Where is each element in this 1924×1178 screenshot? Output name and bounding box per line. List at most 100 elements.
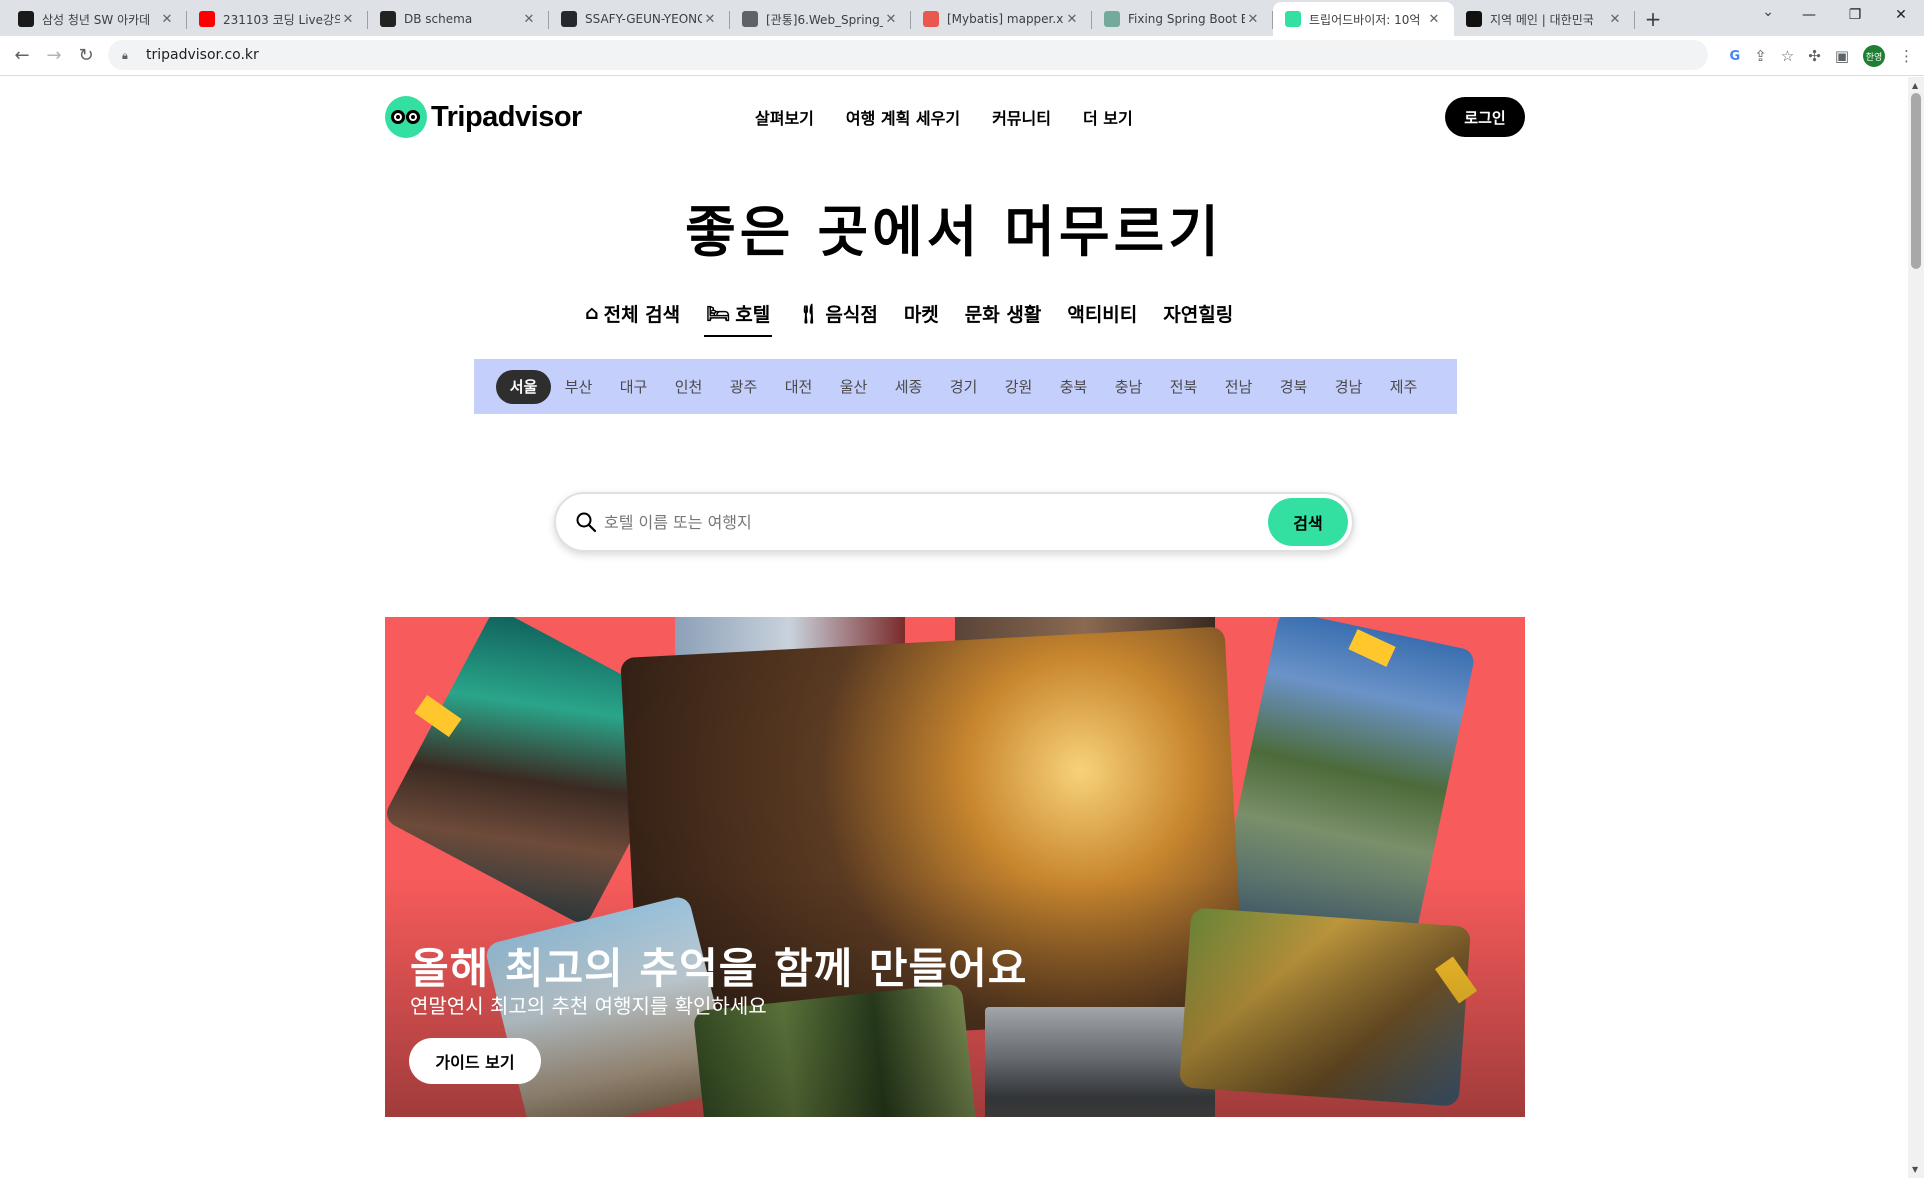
banner-title: 올해 최고의 추억을 함께 만들어요 — [410, 944, 1028, 993]
window-controls: — ❐ ✕ — [1786, 0, 1924, 30]
promo-banner[interactable]: 올해 최고의 추억을 함께 만들어요 연말연시 최고의 추천 여행지를 확인하세… — [385, 617, 1525, 1117]
new-tab-button[interactable]: + — [1635, 2, 1671, 36]
top-nav-item[interactable]: 여행 계획 세우기 — [846, 105, 960, 129]
region-chip[interactable]: 경북 — [1266, 370, 1321, 404]
browser-tab[interactable]: 삼성 청년 SW 아카데 ✕ — [6, 2, 187, 36]
region-chip[interactable]: 부산 — [551, 370, 606, 404]
top-nav-item[interactable]: 더 보기 — [1083, 105, 1133, 129]
region-chip[interactable]: 광주 — [716, 370, 771, 404]
logo-text: Tripadvisor — [431, 100, 582, 133]
top-nav-item[interactable]: 커뮤니티 — [992, 105, 1051, 129]
page-scrollbar[interactable]: ▲ ▼ — [1908, 77, 1924, 1178]
banner-subtitle: 연말연시 최고의 추천 여행지를 확인하세요 — [410, 994, 767, 1018]
share-icon[interactable]: ⇪ — [1754, 47, 1767, 65]
browser-tab-title: [관통]6.Web_Spring_ — [766, 12, 883, 27]
region-chip[interactable]: 대구 — [606, 370, 661, 404]
region-chip[interactable]: 전남 — [1211, 370, 1266, 404]
region-chip[interactable]: 대전 — [771, 370, 826, 404]
browser-tab[interactable]: 트립어드바이저: 10억 ✕ — [1273, 2, 1454, 36]
notion-favicon-icon — [380, 11, 396, 27]
region-chip[interactable]: 서울 — [496, 369, 551, 404]
category-tabs: ⌂ 전체 검색 🛏︎ 호텔 🍴︎ 음식점 마켓 문화 생활 액티비티 자연힐링 — [583, 295, 1235, 339]
tab-close-icon[interactable]: ✕ — [521, 12, 537, 27]
browser-tab[interactable]: [관통]6.Web_Spring_ ✕ — [730, 2, 911, 36]
category-tab[interactable]: 자연힐링 — [1161, 295, 1235, 331]
tab-close-icon[interactable]: ✕ — [1245, 12, 1261, 27]
scroll-down-icon[interactable]: ▼ — [1912, 1165, 1918, 1174]
search-button[interactable]: 검색 — [1268, 498, 1348, 546]
tab-close-icon[interactable]: ✕ — [1064, 12, 1080, 27]
browser-tab[interactable]: Fixing Spring Boot E ✕ — [1092, 2, 1273, 36]
tab-close-icon[interactable]: ✕ — [883, 12, 899, 27]
tab-close-icon[interactable]: ✕ — [1607, 12, 1623, 27]
browser-tab[interactable]: 지역 메인 | 대한민국 ✕ — [1454, 2, 1635, 36]
site-header: Tripadvisor 살펴보기 여행 계획 세우기 커뮤니티 더 보기 로그인 — [385, 95, 1525, 139]
category-tab-label: 호텔 — [735, 303, 771, 326]
bed-icon: 🛏︎ — [706, 302, 731, 325]
search-icon — [576, 512, 597, 533]
category-tab-label: 액티비티 — [1067, 303, 1138, 326]
browser-tab-title: 트립어드바이저: 10억 — [1309, 12, 1421, 27]
category-tab-label: 자연힐링 — [1163, 303, 1234, 326]
region-filter-bar: 서울 부산 대구 인천 광주 대전 울산 세종 경기 강원 충북 충남 전북 전남 경북 경남 제주 — [474, 359, 1457, 414]
category-tab[interactable]: 🍴︎ 음식점 — [794, 295, 880, 331]
category-tab[interactable]: ⌂ 전체 검색 — [583, 295, 682, 331]
restore-icon[interactable]: ❐ — [1832, 0, 1878, 30]
reload-icon[interactable]: ↻ — [70, 40, 102, 72]
ssafy-favicon-icon — [18, 11, 34, 27]
top-nav-item[interactable]: 살펴보기 — [755, 105, 814, 129]
tab-close-icon[interactable]: ✕ — [159, 12, 175, 27]
region-chip[interactable]: 충남 — [1101, 370, 1156, 404]
forward-icon[interactable]: → — [38, 40, 70, 72]
owl-logo-icon — [385, 96, 427, 138]
tripadvisor-logo[interactable]: Tripadvisor — [385, 95, 582, 139]
browser-tab[interactable]: DB schema ✕ — [368, 2, 549, 36]
search-input[interactable] — [604, 506, 1264, 538]
region-chip[interactable]: 전북 — [1156, 370, 1211, 404]
region-chip[interactable]: 제주 — [1376, 370, 1431, 404]
side-panel-icon[interactable]: ▣ — [1835, 47, 1849, 65]
tab-close-icon[interactable]: ✕ — [1426, 12, 1442, 27]
browser-tab[interactable]: SSAFY-GEUN-YEONG ✕ — [549, 2, 730, 36]
top-navigation: 살펴보기 여행 계획 세우기 커뮤니티 더 보기 — [755, 95, 1133, 139]
hero-title: 좋은 곳에서 머무르기 — [685, 200, 1223, 264]
region-chip[interactable]: 경기 — [936, 370, 991, 404]
category-tab[interactable]: 액티비티 — [1065, 295, 1139, 331]
close-window-icon[interactable]: ✕ — [1878, 0, 1924, 30]
url-text: tripadvisor.co.kr — [146, 47, 259, 63]
browser-tab-strip: 삼성 청년 SW 아카데 ✕ 231103 코딩 Live강의 ✕ DB schema ✕… — [0, 0, 1924, 36]
category-tab[interactable]: 문화 생활 — [963, 295, 1044, 331]
profile-avatar[interactable]: 한영 — [1863, 45, 1885, 67]
url-field[interactable]: 🔒︎ tripadvisor.co.kr — [108, 40, 1708, 70]
browser-tab[interactable]: 231103 코딩 Live강의 ✕ — [187, 2, 368, 36]
tab-close-icon[interactable]: ✕ — [340, 12, 356, 27]
browser-tab-title: 삼성 청년 SW 아카데 — [42, 12, 151, 27]
region-chip[interactable]: 인천 — [661, 370, 716, 404]
category-tab-label: 음식점 — [825, 303, 878, 326]
region-chip[interactable]: 강원 — [991, 370, 1046, 404]
browser-tab-title: SSAFY-GEUN-YEONG — [585, 12, 702, 26]
region-chip[interactable]: 충북 — [1046, 370, 1101, 404]
tripadvisor-dark-favicon-icon — [1466, 11, 1482, 27]
browser-tab[interactable]: [Mybatis] mapper.xm ✕ — [911, 2, 1092, 36]
extensions-icon[interactable]: ✣ — [1808, 47, 1821, 65]
scroll-up-icon[interactable]: ▲ — [1912, 81, 1918, 90]
login-button[interactable]: 로그인 — [1445, 97, 1525, 137]
tab-close-icon[interactable]: ✕ — [702, 12, 718, 27]
region-chip[interactable]: 세종 — [881, 370, 936, 404]
category-tab-label: 전체 검색 — [603, 303, 681, 326]
category-tab[interactable]: 🛏︎ 호텔 — [704, 295, 773, 337]
google-icon[interactable]: G — [1730, 49, 1741, 64]
category-tab[interactable]: 마켓 — [902, 295, 941, 331]
scrollbar-thumb[interactable] — [1911, 93, 1921, 269]
tab-search-dropdown-icon[interactable]: ⌄ — [1762, 4, 1774, 20]
minimize-icon[interactable]: — — [1786, 0, 1832, 30]
region-chip[interactable]: 울산 — [826, 370, 881, 404]
back-icon[interactable]: ← — [6, 40, 38, 72]
lock-icon[interactable]: 🔒︎ — [122, 49, 134, 62]
bookmark-star-icon[interactable]: ☆ — [1781, 47, 1794, 65]
region-chip[interactable]: 경남 — [1321, 370, 1376, 404]
browser-menu-icon[interactable]: ⋮ — [1899, 47, 1914, 65]
view-guide-button[interactable]: 가이드 보기 — [409, 1038, 541, 1084]
browser-toolbar-actions: G ⇪ ☆ ✣ ▣ 한영 ⋮ — [1730, 36, 1914, 76]
